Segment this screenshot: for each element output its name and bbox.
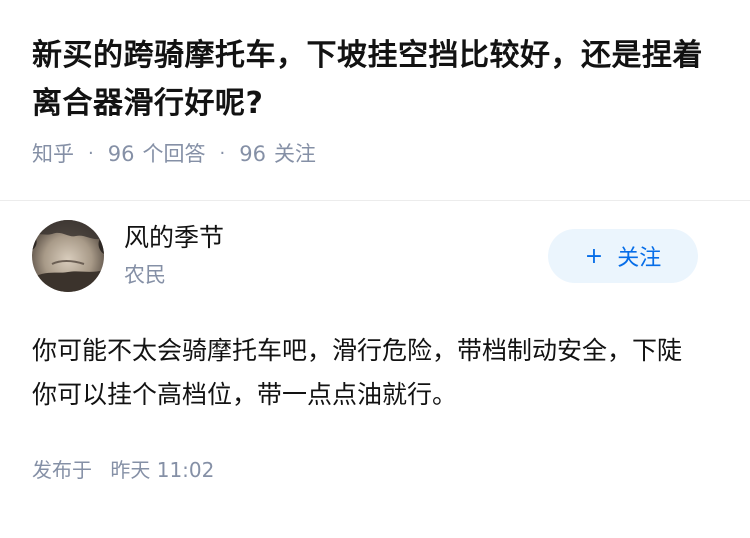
question-meta: 知乎 · 96 个回答 · 96 关注	[32, 138, 718, 170]
source-label: 知乎	[32, 142, 74, 166]
author-badge: 农民	[124, 263, 166, 287]
time-label: 发布于	[32, 458, 92, 482]
answer-count: 96	[107, 142, 135, 166]
follower-count-label: 关注	[273, 142, 316, 166]
answer-content[interactable]: 你可能不太会骑摩托车吧，滑行危险，带档制动安全，下陡你可以挂个高档位，带一点点油…	[32, 329, 718, 417]
author-row: 风的季节 农民 + 关注	[32, 201, 718, 311]
time-value: 昨天 11:02	[110, 458, 215, 482]
question-header: 新买的跨骑摩托车，下坡挂空挡比较好，还是捏着离合器滑行好呢? 知乎 · 96 个…	[0, 0, 750, 168]
question-title[interactable]: 新买的跨骑摩托车，下坡挂空挡比较好，还是捏着离合器滑行好呢?	[32, 32, 718, 128]
author-info: 风的季节 农民	[124, 221, 224, 291]
answer-card: 风的季节 农民 + 关注 你可能不太会骑摩托车吧，滑行危险，带档制动安全，下陡你…	[0, 201, 750, 485]
follow-button[interactable]: + 关注	[548, 229, 698, 283]
answer-time: 发布于 昨天 11:02	[32, 455, 718, 485]
author-name[interactable]: 风的季节	[124, 221, 224, 255]
plus-icon: +	[584, 243, 604, 269]
meta-separator: ·	[219, 143, 226, 164]
follower-count: 96	[239, 142, 266, 166]
avatar-image-icon	[32, 220, 104, 292]
avatar[interactable]	[32, 220, 104, 292]
follow-button-label: 关注	[617, 246, 662, 271]
answer-count-label: 个回答	[142, 142, 206, 166]
meta-separator: ·	[88, 143, 94, 164]
zhihu-answer-page: 新买的跨骑摩托车，下坡挂空挡比较好，还是捏着离合器滑行好呢? 知乎 · 96 个…	[0, 0, 750, 538]
